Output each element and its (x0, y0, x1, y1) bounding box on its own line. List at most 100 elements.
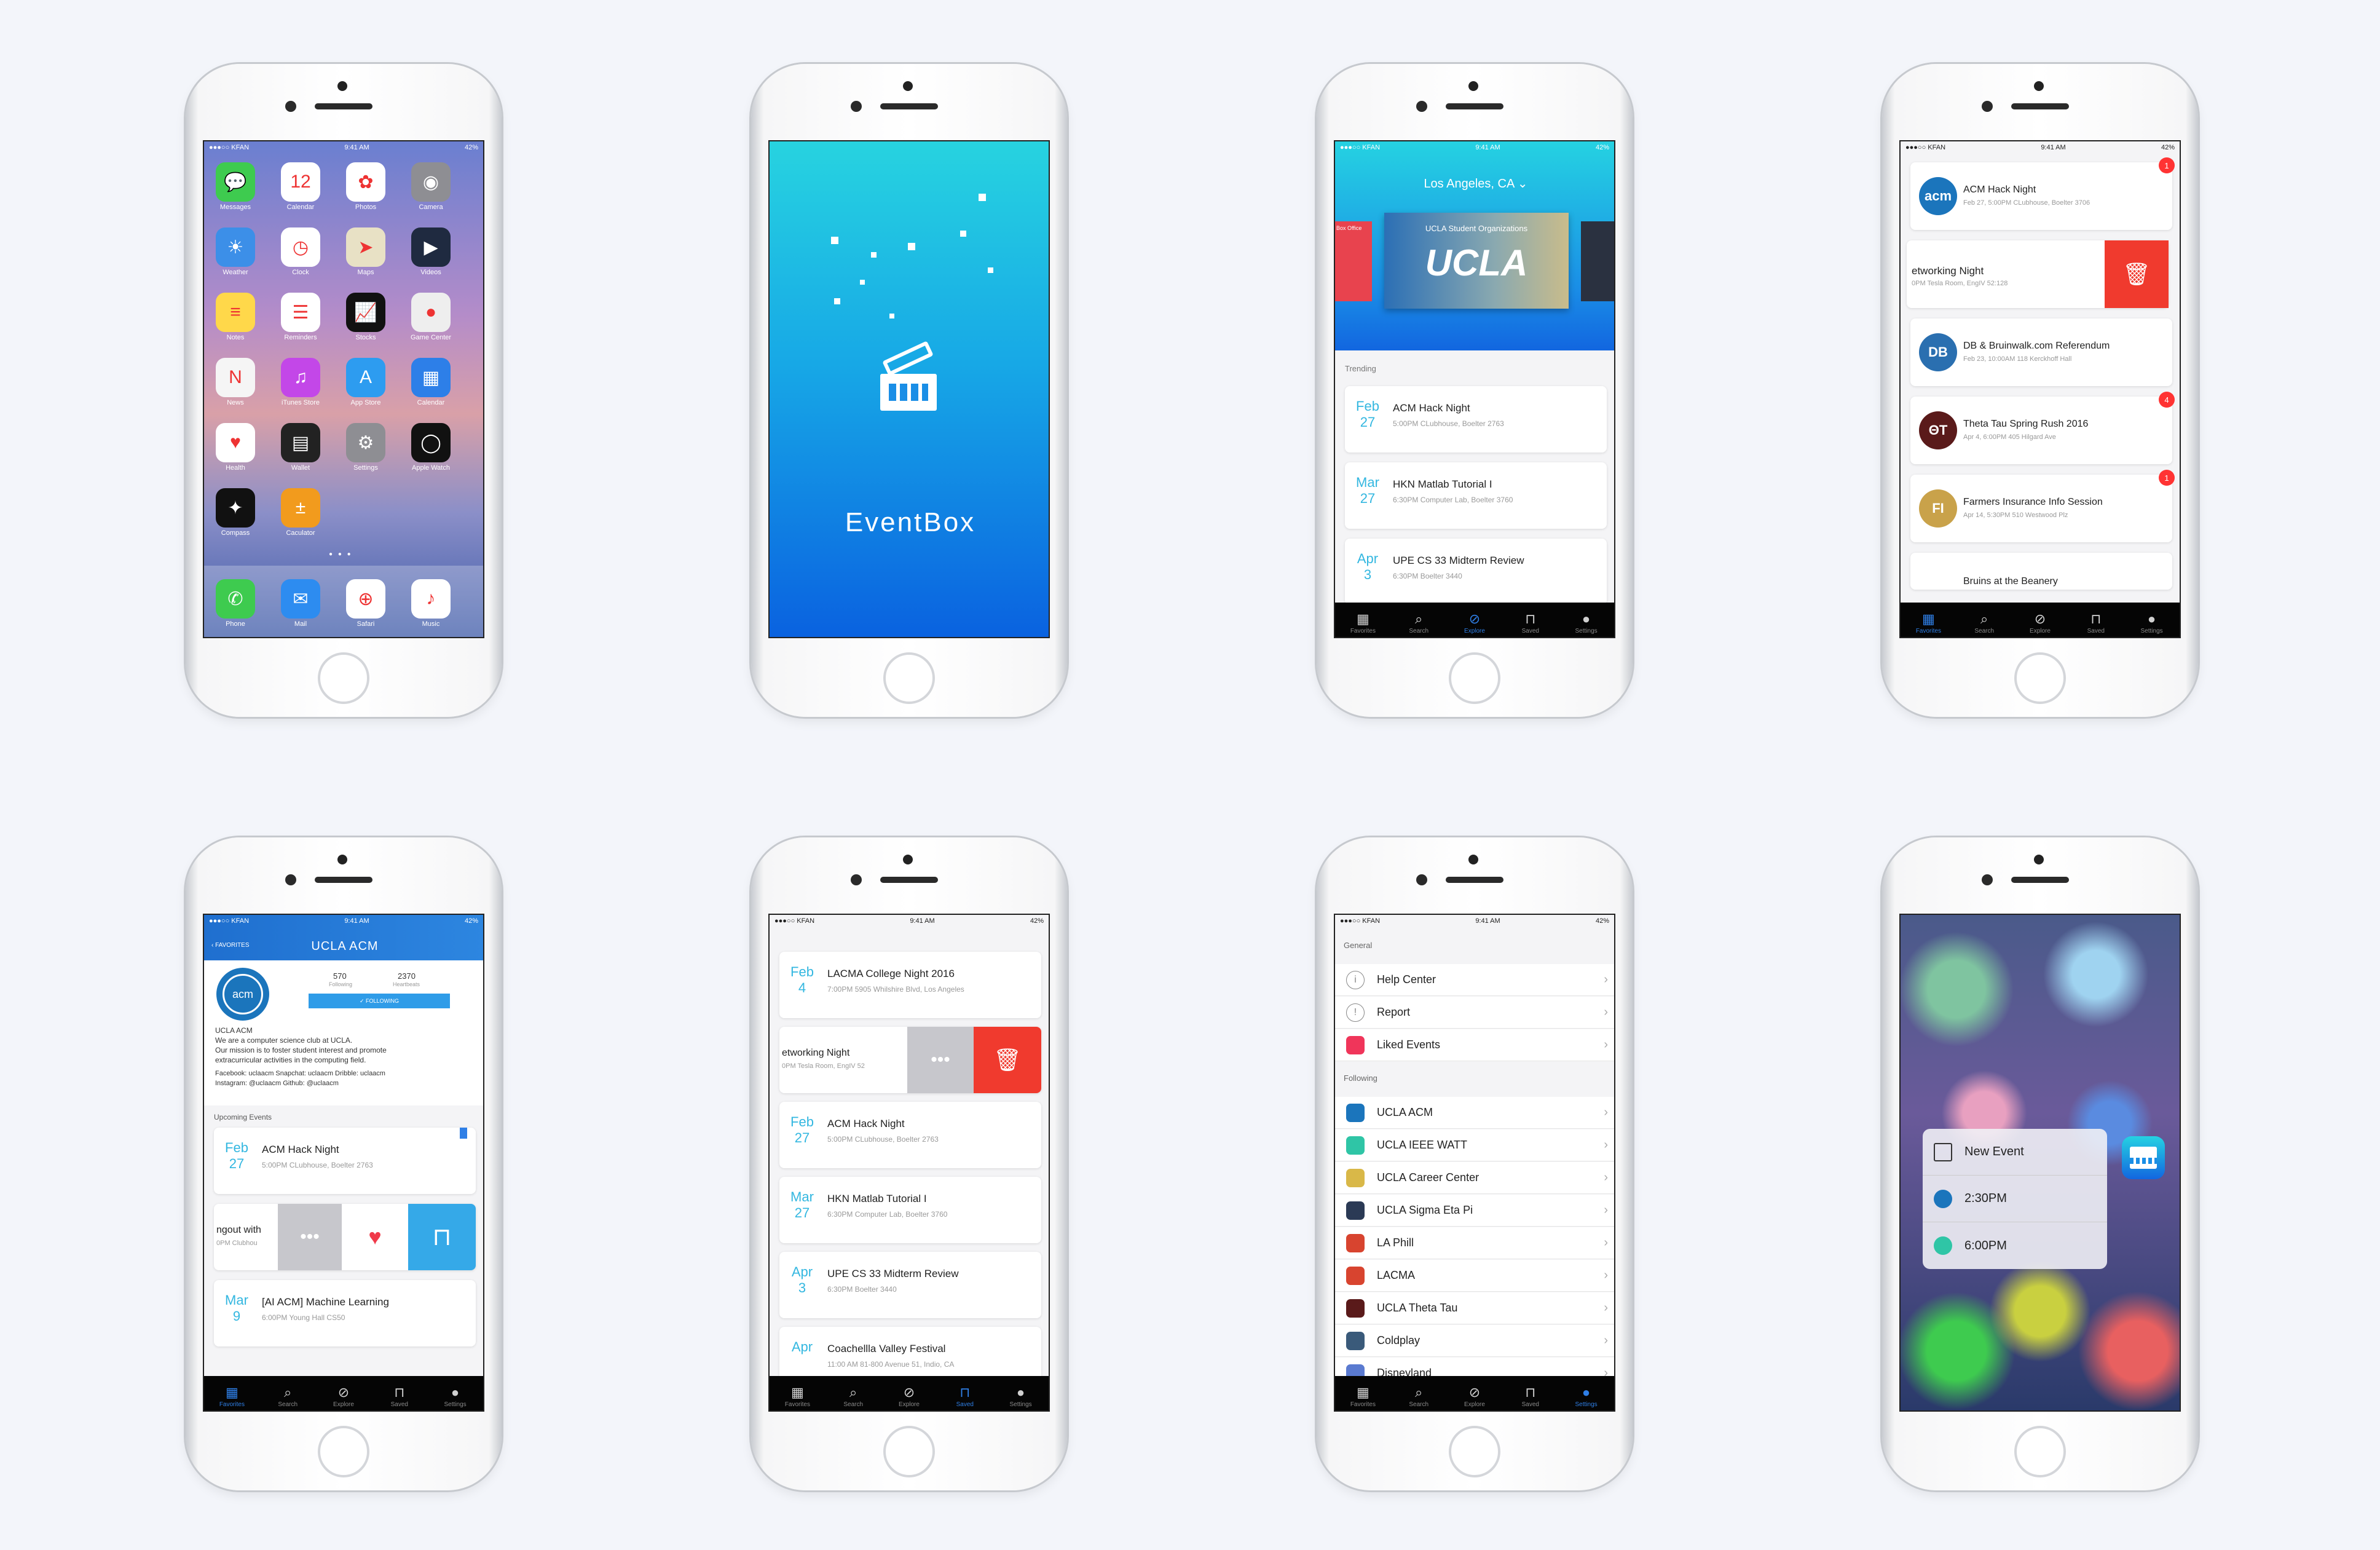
more-button[interactable]: ••• (907, 1027, 974, 1093)
swiped-event-card[interactable]: etworking Night 0PM Tesla Room, EngIV 52 •… (779, 1027, 1041, 1093)
app-phone[interactable]: ✆ Phone (215, 579, 256, 628)
tab-settings[interactable]: ● Settings (431, 1384, 480, 1408)
tab-saved[interactable]: ⊓ Saved (2071, 611, 2121, 635)
tab-search[interactable]: ⌕ Search (1394, 611, 1443, 635)
settings-row-ucla-career-center[interactable]: UCLA Career Center › (1335, 1162, 1614, 1194)
tab-explore[interactable]: ⊘ Explore (885, 1384, 934, 1408)
tab-saved[interactable]: ⊓ Saved (1506, 1384, 1555, 1408)
tab-explore[interactable]: ⊘ Explore (319, 1384, 368, 1408)
event-card[interactable]: Mar 27 HKN Matlab Tutorial I 6:30PM Compute… (779, 1177, 1041, 1243)
app-photos[interactable]: ✿ Photos (345, 162, 386, 211)
delete-button[interactable]: 🗑 (974, 1027, 1041, 1093)
app-maps[interactable]: ➤ Maps (345, 227, 386, 276)
event-card[interactable]: Feb 27 ACM Hack Night 5:00PM CLubhouse, Boe… (214, 1128, 476, 1194)
bookmark-button[interactable]: ⊓ (408, 1204, 476, 1270)
favorite-card[interactable]: FI Farmers Insurance Info Session Apr 14, … (1910, 475, 2172, 542)
home-button[interactable] (1449, 652, 1500, 704)
settings-row-help-center[interactable]: i Help Center › (1335, 964, 1614, 996)
favorite-card[interactable]: acm ACM Hack Night Feb 27, 5:00PM CLubhous… (1910, 162, 2172, 230)
settings-row-ucla-sigma-eta-pi[interactable]: UCLA Sigma Eta Pi › (1335, 1195, 1614, 1227)
app-notes[interactable]: ≡ Notes (215, 293, 256, 341)
favorite-card[interactable]: ΘΤ Theta Tau Spring Rush 2016 Apr 4, 6:00P… (1910, 397, 2172, 464)
app-wallet[interactable]: ▤ Wallet (280, 423, 321, 472)
tab-favorites[interactable]: ▦ Favorites (1904, 611, 1953, 635)
tab-favorites[interactable]: ▦ Favorites (207, 1384, 256, 1408)
tab-explore[interactable]: ⊘ Explore (1450, 611, 1499, 635)
tab-explore[interactable]: ⊘ Explore (1450, 1384, 1499, 1408)
tab-settings[interactable]: ● Settings (2127, 611, 2177, 635)
app-clock[interactable]: ◷ Clock (280, 227, 321, 276)
app-health[interactable]: ♥ Health (215, 423, 256, 472)
eventbox-app-icon[interactable] (2122, 1136, 2165, 1179)
tab-settings[interactable]: ● Settings (1562, 611, 1611, 635)
quick-action-2-30pm[interactable]: 2:30PM (1923, 1176, 2107, 1222)
home-button[interactable] (883, 652, 935, 704)
home-button[interactable] (883, 1426, 935, 1477)
app-caculator[interactable]: ± Caculator (280, 488, 321, 537)
event-card[interactable]: Feb 27 ACM Hack Night 5:00PM CLubhouse, Boe… (1345, 386, 1607, 453)
app-game-center[interactable]: ● Game Center (411, 293, 451, 341)
event-card[interactable]: Feb 4 LACMA College Night 2016 7:00PM 5905 … (779, 952, 1041, 1018)
settings-row-ucla-theta-tau[interactable]: UCLA Theta Tau › (1335, 1292, 1614, 1324)
tab-saved[interactable]: ⊓ Saved (940, 1384, 990, 1408)
tab-search[interactable]: ⌕ Search (829, 1384, 878, 1408)
home-button[interactable] (2014, 1426, 2066, 1477)
app-messages[interactable]: 💬 Messages (215, 162, 256, 211)
settings-row-la-phill[interactable]: LA Phill › (1335, 1227, 1614, 1259)
tab-search[interactable]: ⌕ Search (1394, 1384, 1443, 1408)
home-button[interactable] (2014, 652, 2066, 704)
app-news[interactable]: N News (215, 358, 256, 406)
home-button[interactable] (318, 652, 369, 704)
more-button[interactable]: ••• (278, 1204, 342, 1270)
like-button[interactable]: ♥ (342, 1204, 408, 1270)
tab-saved[interactable]: ⊓ Saved (1506, 611, 1555, 635)
app-itunes-store[interactable]: ♫ iTunes Store (280, 358, 321, 406)
app-settings[interactable]: ⚙ Settings (345, 423, 386, 472)
app-videos[interactable]: ▶ Videos (411, 227, 451, 276)
app-calendar[interactable]: 12 Calendar (280, 162, 321, 211)
app-weather[interactable]: ☀ Weather (215, 227, 256, 276)
swiped-event-card[interactable]: ngout with 0PM Clubhou ••• ♥ ⊓ (214, 1204, 476, 1270)
following-button[interactable]: ✓ FOLLOWING (309, 994, 450, 1008)
tab-favorites[interactable]: ▦ Favorites (1338, 611, 1387, 635)
banner-ucla[interactable]: UCLA Student Organizations UCLA (1384, 213, 1569, 309)
tab-favorites[interactable]: ▦ Favorites (1338, 1384, 1387, 1408)
settings-row-report[interactable]: ! Report › (1335, 997, 1614, 1029)
favorite-card[interactable]: etworking Night 0PM Tesla Room, EngIV 52:… (1907, 240, 2169, 308)
tab-saved[interactable]: ⊓ Saved (375, 1384, 424, 1408)
app-mail[interactable]: ✉ Mail (280, 579, 321, 628)
settings-row-liked-events[interactable]: Liked Events › (1335, 1029, 1614, 1061)
event-card[interactable]: Feb 27 ACM Hack Night 5:00PM CLubhouse, Boe… (779, 1102, 1041, 1168)
home-button[interactable] (318, 1426, 369, 1477)
delete-button[interactable]: 🗑 (2105, 240, 2169, 308)
app-app-store[interactable]: A App Store (345, 358, 386, 406)
event-card[interactable]: Apr 3 UPE CS 33 Midterm Review 6:30PM Boelt… (779, 1252, 1041, 1318)
app-apple-watch[interactable]: ◯ Apple Watch (411, 423, 451, 472)
app-music[interactable]: ♪ Music (411, 579, 451, 628)
quick-action-6-00pm[interactable]: 6:00PM (1923, 1222, 2107, 1269)
app-camera[interactable]: ◉ Camera (411, 162, 451, 211)
home-button[interactable] (1449, 1426, 1500, 1477)
quick-action-new-event[interactable]: New Event (1923, 1129, 2107, 1176)
favorite-card[interactable]: Bruins at the Beanery (1910, 553, 2172, 590)
settings-row-lacma[interactable]: LACMA › (1335, 1260, 1614, 1292)
tab-settings[interactable]: ● Settings (996, 1384, 1046, 1408)
app-safari[interactable]: ⊕ Safari (345, 579, 386, 628)
banner-right-peek[interactable] (1581, 221, 1614, 301)
app-reminders[interactable]: ☰ Reminders (280, 293, 321, 341)
tab-search[interactable]: ⌕ Search (1960, 611, 2009, 635)
event-card[interactable]: Mar 9 [AI ACM] Machine Learning 6:00PM Youn… (214, 1280, 476, 1346)
app-calendar[interactable]: ▦ Calendar (411, 358, 451, 406)
app-compass[interactable]: ✦ Compass (215, 488, 256, 537)
settings-row-ucla-ieee-watt[interactable]: UCLA IEEE WATT › (1335, 1129, 1614, 1161)
tab-favorites[interactable]: ▦ Favorites (773, 1384, 822, 1408)
event-card[interactable]: Mar 27 HKN Matlab Tutorial I 6:30PM Compute… (1345, 462, 1607, 529)
tab-settings[interactable]: ● Settings (1562, 1384, 1611, 1408)
settings-row-coldplay[interactable]: Coldplay › (1335, 1325, 1614, 1357)
banner-left-peek[interactable]: Box Office (1335, 221, 1372, 301)
event-card[interactable]: Apr 3 UPE CS 33 Midterm Review 6:30PM Boelt… (1345, 539, 1607, 605)
tab-search[interactable]: ⌕ Search (263, 1384, 312, 1408)
favorite-card[interactable]: DB DB & Bruinwalk.com Referendum Feb 23, 1… (1910, 318, 2172, 386)
tab-explore[interactable]: ⊘ Explore (2016, 611, 2065, 635)
settings-row-ucla-acm[interactable]: UCLA ACM › (1335, 1097, 1614, 1129)
